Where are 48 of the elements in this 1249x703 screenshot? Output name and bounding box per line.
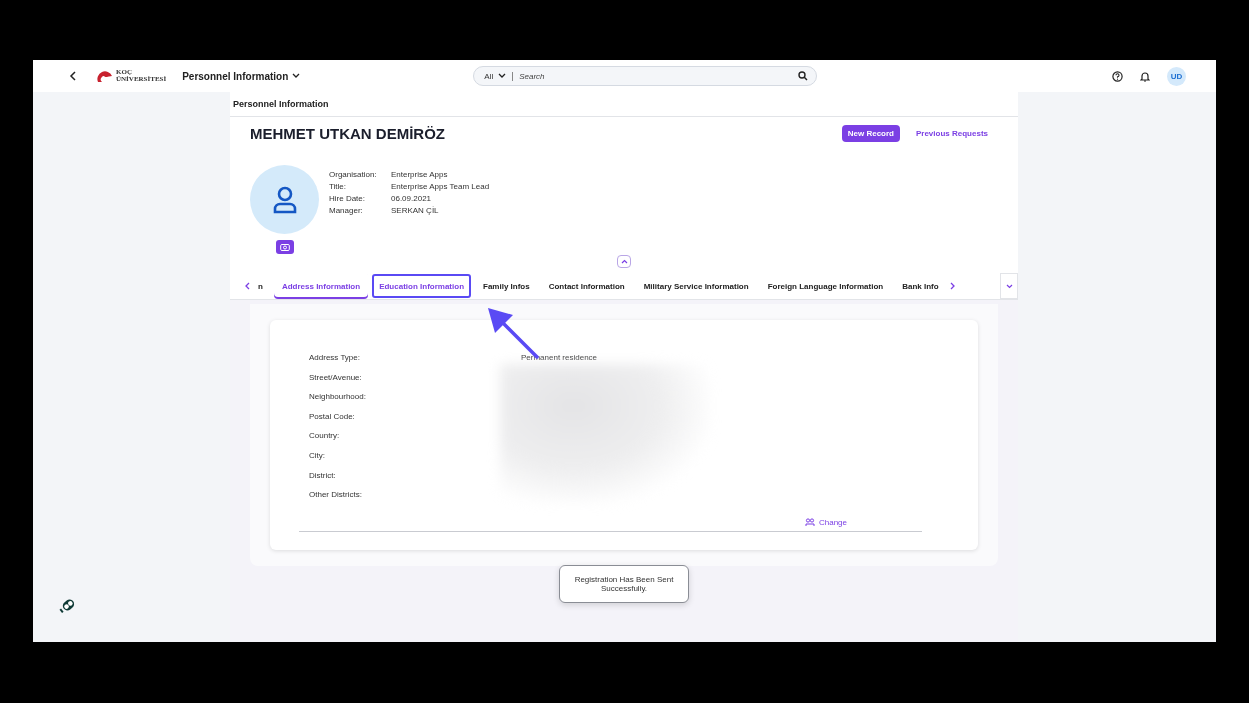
field-label: District:	[309, 469, 337, 481]
detail-value: Enterprise Apps	[391, 169, 449, 180]
field-label: Other Districts:	[309, 489, 363, 501]
people-icon	[804, 518, 815, 528]
detail-label: Manager:	[329, 205, 364, 216]
toast-message: Registration Has Been Sent Successfully.	[559, 565, 689, 603]
help-icon[interactable]	[1112, 70, 1123, 82]
detail-label: Hire Date:	[329, 193, 366, 204]
bell-icon[interactable]	[1140, 70, 1150, 82]
chevron-up-icon	[620, 259, 628, 264]
new-record-button[interactable]: New Record	[841, 125, 900, 142]
page-title: Personnel Information	[230, 92, 1018, 117]
detail-label: Organisation:	[329, 169, 378, 180]
previous-requests-link[interactable]: Previous Requests	[909, 125, 994, 142]
field-label: City:	[309, 449, 326, 461]
detail-value: SERKAN ÇİL	[391, 205, 440, 216]
tab[interactable]: Foreign Language Information	[759, 273, 892, 299]
field-label: Neighbourhood:	[309, 391, 367, 403]
back-button[interactable]	[69, 71, 77, 81]
chevron-down-icon	[1005, 283, 1013, 289]
tab[interactable]: Address Information	[273, 273, 369, 299]
search-scope-dropdown[interactable]: All	[482, 71, 514, 81]
app-title-menu[interactable]: Personnel Information	[182, 70, 301, 82]
field-label: Street/Avenue:	[309, 371, 363, 383]
employee-name: MEHMET UTKAN DEMİRÖZ	[250, 125, 445, 142]
tab[interactable]: Contact Information	[540, 273, 633, 299]
detail-label: Title:	[329, 181, 348, 192]
tab[interactable]: Family Infos	[475, 273, 538, 299]
field-value: Permanent residence	[521, 352, 599, 363]
detail-value: Enterprise Apps Team Lead	[391, 181, 490, 192]
detail-value: 06.09.2021	[391, 193, 433, 204]
chevron-down-icon	[292, 73, 301, 79]
collapse-button[interactable]	[617, 255, 631, 268]
camera-button[interactable]	[275, 240, 294, 254]
user-avatar[interactable]: UD	[1167, 66, 1186, 86]
tab[interactable]: n	[250, 273, 271, 299]
tab[interactable]: Bank Info	[894, 273, 947, 299]
search-field[interactable]: All Search	[473, 66, 818, 86]
camera-icon	[279, 243, 290, 251]
tab[interactable]: Military Service Information	[635, 273, 757, 299]
field-label: Address Type:	[309, 352, 361, 363]
change-button[interactable]: Change	[804, 518, 847, 528]
search-icon[interactable]	[798, 71, 809, 81]
logo-icon	[97, 69, 113, 83]
tab[interactable]: Education Information	[371, 273, 472, 299]
field-label: Postal Code:	[309, 410, 356, 422]
field-label: Country:	[309, 430, 341, 442]
chevron-down-icon	[498, 73, 507, 79]
